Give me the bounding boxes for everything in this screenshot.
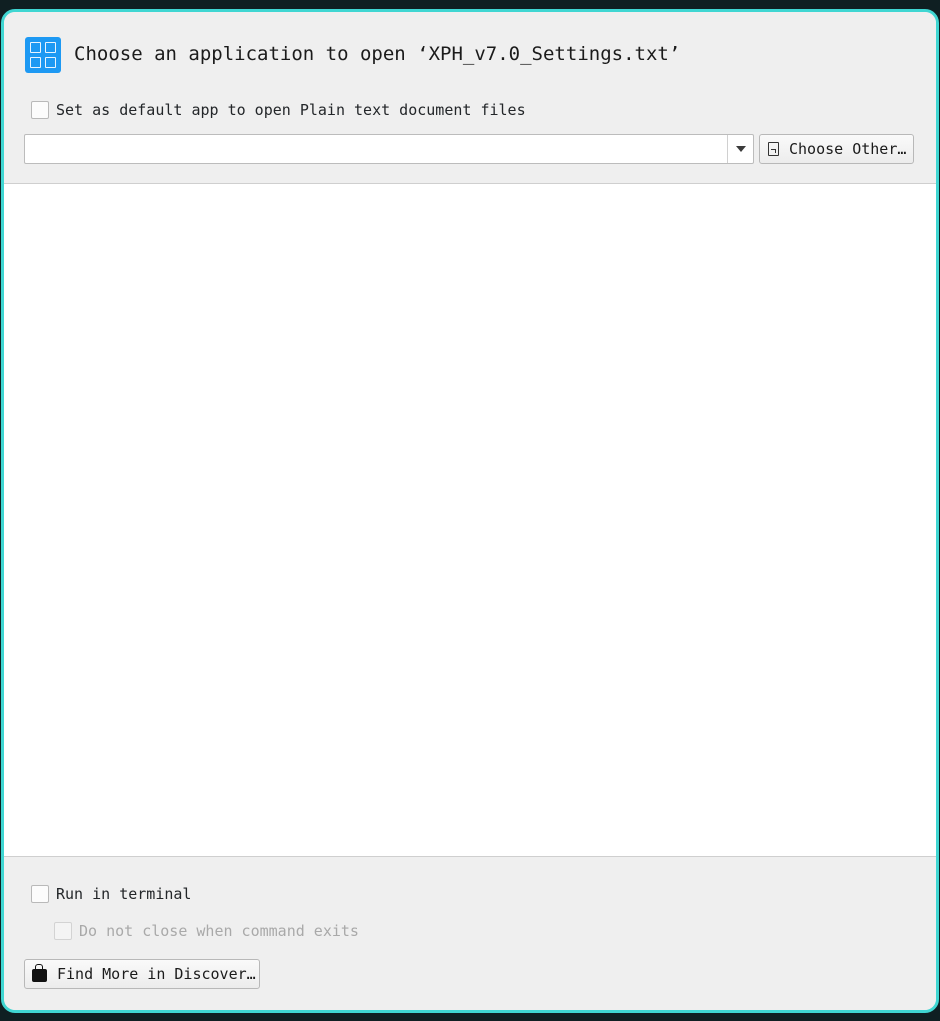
grid-cell <box>30 42 41 53</box>
do-not-close-checkbox[interactable] <box>54 922 72 940</box>
grid-cell <box>45 57 56 68</box>
find-more-in-discover-button[interactable]: Find More in Discover… <box>24 959 260 989</box>
choose-other-button[interactable]: Choose Other… <box>759 134 914 164</box>
run-in-terminal-label[interactable]: Run in terminal <box>56 884 191 904</box>
grid-cell <box>30 57 41 68</box>
chevron-down-icon <box>735 146 746 152</box>
shopping-bag-icon <box>32 964 47 982</box>
do-not-close-label: Do not close when command exits <box>79 922 359 940</box>
dialog-header: Choose an application to open ‘XPH_v7.0_… <box>4 12 936 184</box>
grid-cell <box>45 42 56 53</box>
run-in-terminal-checkbox[interactable] <box>31 885 49 903</box>
document-icon <box>768 142 779 156</box>
grid-icon <box>25 37 61 73</box>
dialog-title: Choose an application to open ‘XPH_v7.0_… <box>74 43 681 65</box>
set-default-label[interactable]: Set as default app to open Plain text do… <box>56 100 526 120</box>
find-more-label: Find More in Discover… <box>57 965 256 983</box>
application-list[interactable] <box>4 184 936 857</box>
choose-other-label: Choose Other… <box>789 140 907 158</box>
application-command-input[interactable] <box>25 135 727 163</box>
application-command-combo[interactable] <box>24 134 754 164</box>
set-default-checkbox[interactable] <box>31 101 49 119</box>
open-with-dialog: Choose an application to open ‘XPH_v7.0_… <box>1 9 939 1013</box>
combo-dropdown-button[interactable] <box>727 135 753 163</box>
